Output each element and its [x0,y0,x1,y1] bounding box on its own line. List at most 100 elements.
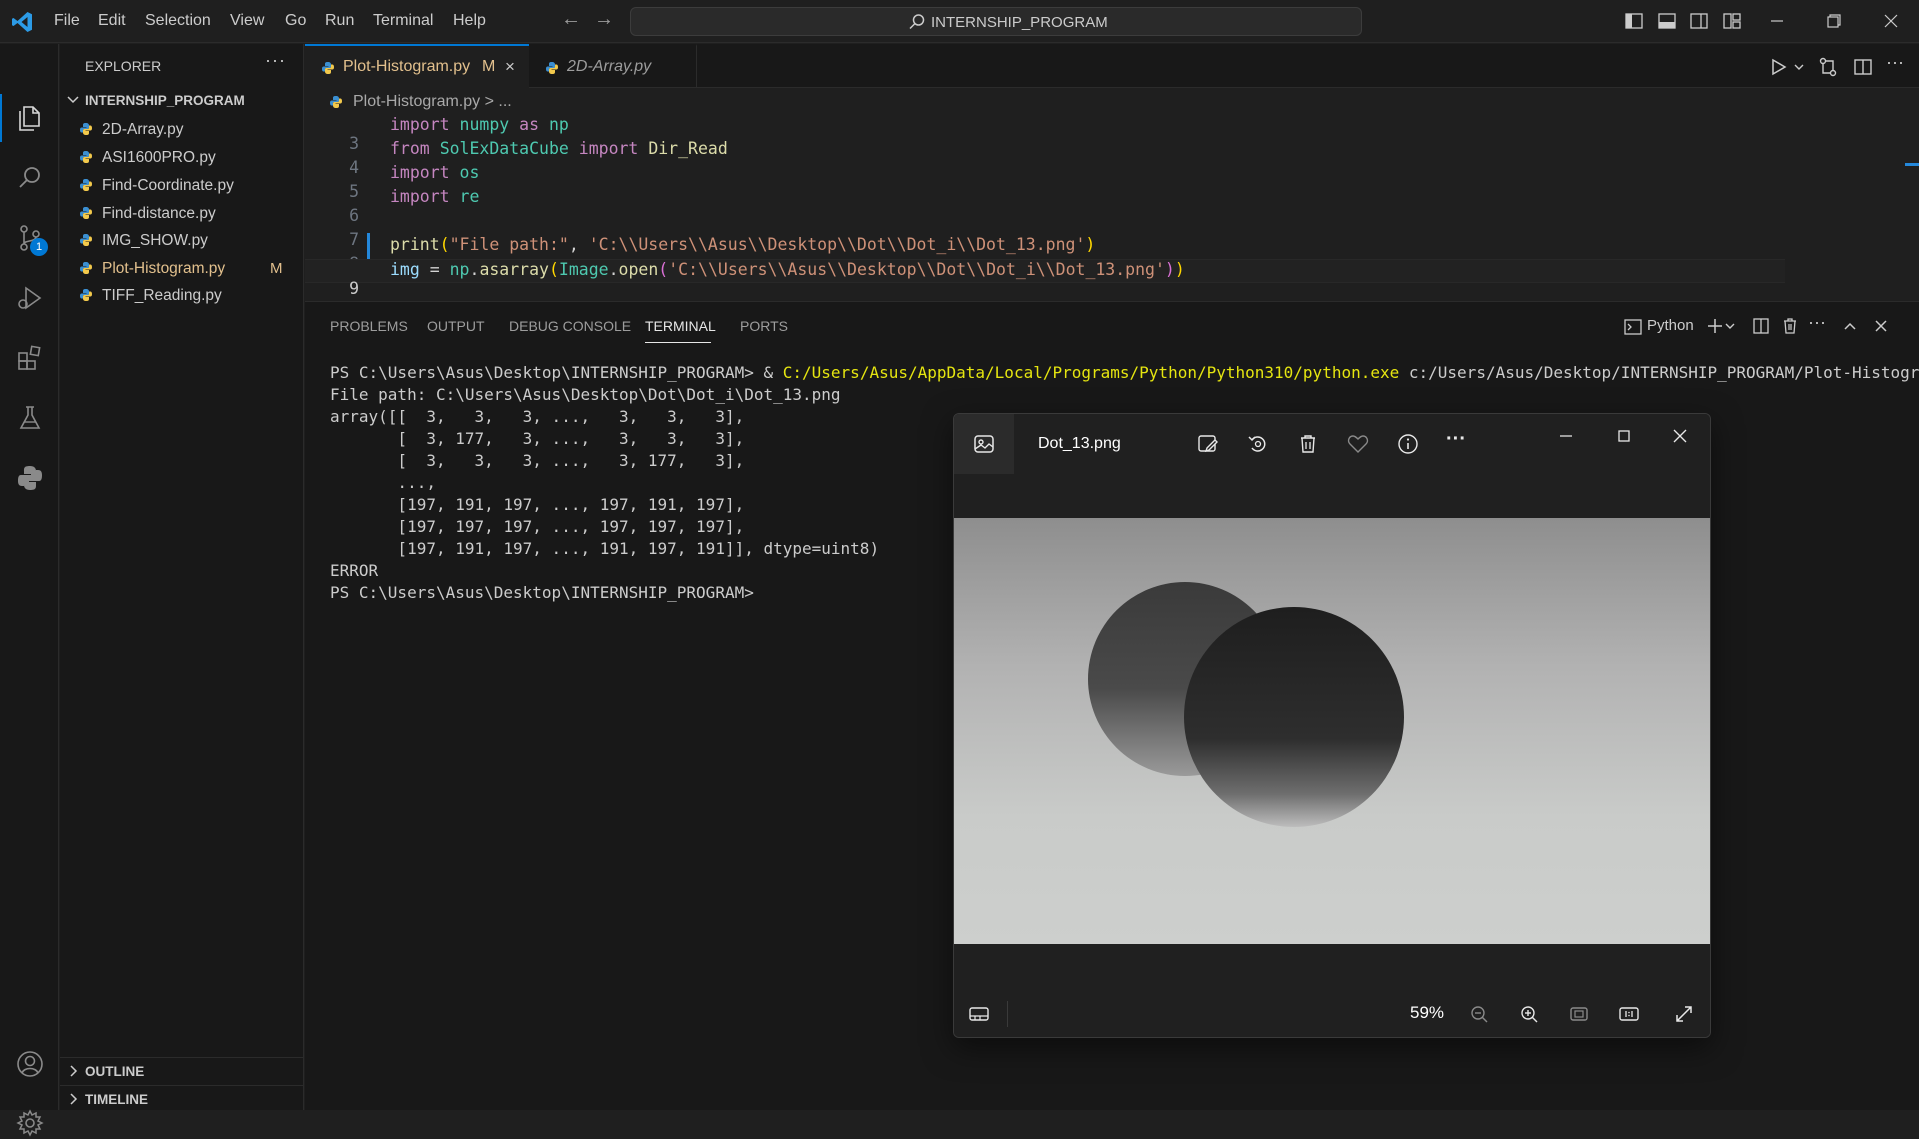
actual-size-icon[interactable] [1618,1003,1640,1025]
file-item[interactable]: 2D-Array.py [60,117,304,144]
photos-app-icon [974,435,994,453]
displayed-image[interactable] [954,518,1711,944]
breadcrumb: Plot-Histogram.py > ... [305,89,1919,115]
photos-app-button[interactable] [954,414,1014,474]
menu-terminal[interactable]: Terminal [373,12,433,30]
breadcrumb-path[interactable]: Plot-Histogram.py > ... [353,93,512,111]
tab-ports[interactable]: PORTS [740,318,788,334]
folder-name: INTERNSHIP_PROGRAM [85,93,245,108]
nav-forward-icon[interactable]: → [594,8,614,31]
chevron-down-icon [67,96,79,104]
kill-terminal-trash-icon[interactable] [1780,316,1800,336]
file-item[interactable]: Find-distance.py [60,201,304,228]
toggle-secondary-sidebar-icon[interactable] [1689,11,1709,31]
code-editor[interactable]: 3 import numpy as np 4 from SolExDataCub… [305,115,1919,301]
close-panel-icon[interactable] [1871,316,1891,336]
rotate-icon[interactable] [1246,432,1270,456]
minimize-window-icon[interactable] [1762,8,1792,34]
terminal-line: File path: C:\Users\Asus\Desktop\Dot\Dot… [330,385,841,404]
testing-flask-icon[interactable] [14,402,46,434]
outline-section[interactable]: OUTLINE [60,1057,304,1085]
photos-minimize-icon[interactable] [1554,424,1578,448]
toggle-panel-icon[interactable] [1657,11,1677,31]
more-actions-icon[interactable]: ··· [1886,52,1908,74]
customize-layout-icon[interactable] [1722,11,1742,31]
menu-edit[interactable]: Edit [98,12,126,30]
terminal-dropdown-chevron-icon[interactable] [1723,316,1737,336]
file-item[interactable]: IMG_SHOW.py [60,228,304,255]
terminal-profile-name[interactable]: Python [1647,317,1694,334]
python-file-icon [80,151,92,163]
fit-to-window-icon[interactable] [1568,1003,1590,1025]
accounts-icon[interactable] [14,1048,46,1080]
scrollbar-position-marker [1905,163,1919,166]
favorite-heart-icon[interactable] [1346,432,1370,456]
menu-run[interactable]: Run [325,12,354,30]
tab-output[interactable]: OUTPUT [427,318,485,334]
run-debug-icon[interactable] [14,282,46,314]
python-file-icon [80,207,92,219]
photos-bottom-toolbar: 59% [954,989,1710,1037]
menu-file[interactable]: File [54,12,80,30]
open-changes-icon[interactable] [1817,56,1839,78]
photos-file-name: Dot_13.png [1038,435,1121,452]
maximize-panel-chevron-up-icon[interactable] [1840,316,1860,336]
python-icon[interactable] [14,462,46,494]
explorer-files-icon[interactable] [14,102,46,134]
python-file-icon [80,234,92,246]
tab-close-icon[interactable]: × [505,57,515,77]
tab-2d-array[interactable]: 2D-Array.py [529,44,697,88]
command-center-label: INTERNSHIP_PROGRAM [931,14,1108,31]
nav-back-icon[interactable]: ← [561,8,581,31]
activity-bar: 1 [0,44,59,1137]
file-name: IMG_SHOW.py [102,232,208,249]
full-screen-icon[interactable] [1673,1003,1695,1025]
delete-trash-icon[interactable] [1296,432,1320,456]
code-line: 4 from SolExDataCube import Dir_Read [305,139,1785,177]
tab-problems[interactable]: PROBLEMS [330,318,408,334]
zoom-in-icon[interactable] [1518,1003,1540,1025]
file-item[interactable]: Plot-Histogram.py M [60,256,304,283]
tab-label: Plot-Histogram.py [343,58,471,75]
chevron-right-icon [70,1065,78,1077]
tab-debug-console[interactable]: DEBUG CONSOLE [509,318,631,334]
panel-more-actions-icon[interactable]: ··· [1808,312,1828,332]
vscode-logo-icon [12,12,32,32]
file-item[interactable]: TIFF_Reading.py [60,283,304,310]
run-python-file-icon[interactable] [1767,56,1789,78]
new-terminal-plus-icon[interactable] [1705,316,1725,336]
tab-plot-histogram[interactable]: Plot-Histogram.py M × [305,44,529,88]
title-bar: File Edit Selection View Go Run Terminal… [0,0,1919,43]
settings-gear-icon[interactable] [14,1107,46,1139]
menu-go[interactable]: Go [285,12,306,30]
photos-maximize-icon[interactable] [1612,424,1636,448]
python-file-icon [80,262,92,274]
file-info-icon[interactable] [1396,432,1420,456]
zoom-out-icon[interactable] [1468,1003,1490,1025]
edit-image-icon[interactable] [1196,432,1220,456]
split-editor-icon[interactable] [1852,56,1874,78]
menu-view[interactable]: View [230,12,264,30]
photos-close-icon[interactable] [1668,424,1692,448]
folder-root[interactable]: INTERNSHIP_PROGRAM [60,90,304,114]
close-window-icon[interactable] [1876,8,1906,34]
python-file-icon [322,62,334,74]
file-item[interactable]: ASI1600PRO.py [60,145,304,172]
extensions-icon[interactable] [14,342,46,374]
timeline-section[interactable]: TIMELINE [60,1085,304,1113]
filmstrip-icon[interactable] [968,1003,990,1025]
file-item[interactable]: Find-Coordinate.py [60,173,304,200]
search-icon[interactable] [14,162,46,194]
menu-help[interactable]: Help [453,12,486,30]
restore-window-icon[interactable] [1818,8,1848,34]
tab-terminal[interactable]: TERMINAL [645,318,716,334]
toggle-primary-sidebar-icon[interactable] [1624,11,1644,31]
see-more-icon[interactable]: ··· [1446,428,1470,452]
split-terminal-icon[interactable] [1751,316,1771,336]
run-dropdown-chevron-icon[interactable] [1793,56,1805,78]
menu-selection[interactable]: Selection [145,12,211,30]
command-center-search[interactable]: INTERNSHIP_PROGRAM [630,7,1362,36]
file-name: Plot-Histogram.py [102,260,226,277]
active-view-indicator [0,94,2,142]
sidebar-more-actions-icon[interactable]: ··· [265,50,286,71]
